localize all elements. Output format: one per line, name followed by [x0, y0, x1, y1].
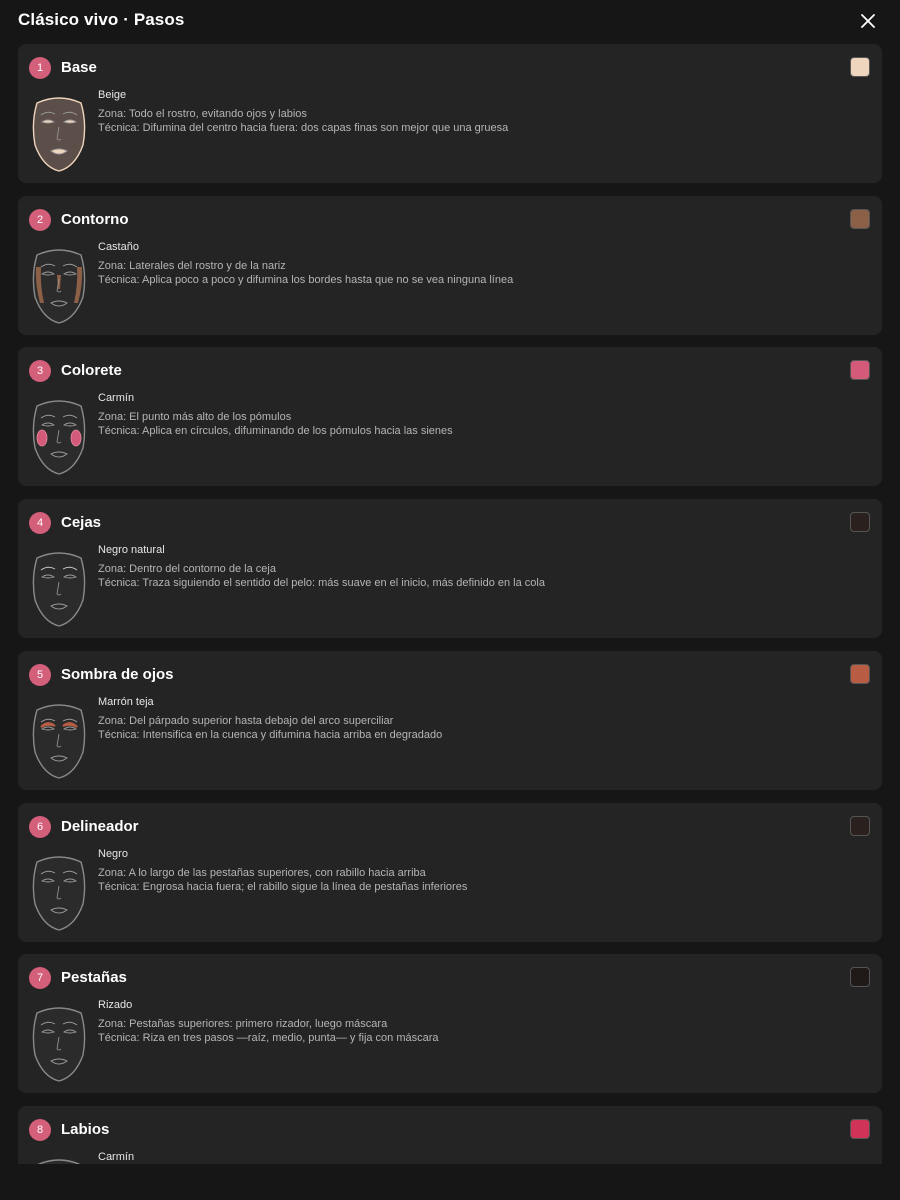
face-illustration	[27, 245, 91, 325]
step-card[interactable]: 3 Colorete Carmín Zona: El punto más alt…	[18, 347, 882, 487]
face-illustration	[27, 700, 91, 780]
technique-text: Técnica: Aplica en círculos, difuminando…	[98, 425, 453, 438]
step-title: Pestañas	[61, 969, 127, 987]
face-illustration	[27, 396, 91, 476]
zone-text: Zona: Laterales del rostro y de la nariz	[98, 259, 286, 272]
zone-text: Zona: Del párpado superior hasta debajo …	[98, 714, 394, 727]
technique-text: Técnica: Difumina del centro hacia fuera…	[98, 122, 509, 134]
header: Clásico vivo · Pasos	[0, 0, 900, 44]
face-illustration	[27, 852, 91, 932]
step-title: Contorno	[61, 210, 129, 228]
face-illustration	[27, 1003, 91, 1083]
zone-text: Zona: Todo el rostro, evitando ojos y la…	[98, 108, 307, 120]
zone-text: Zona: A lo largo de las pestañas superio…	[98, 866, 426, 879]
color-name: Marrón teja	[98, 695, 154, 708]
technique-text: Técnica: Intensifica en la cuenca y difu…	[98, 728, 443, 741]
color-swatch	[850, 1118, 870, 1139]
step-card[interactable]: 1 Base Beige Zona: Todo el rostro, evita…	[18, 44, 882, 183]
step-card[interactable]: 6 Delineador Negro Zona: A lo largo de l…	[18, 802, 882, 942]
step-title: Sombra de ojos	[61, 665, 174, 683]
color-name: Beige	[98, 89, 127, 101]
color-name: Rizado	[98, 999, 133, 1012]
step-number-badge: 7	[29, 967, 51, 990]
step-title: Colorete	[61, 362, 122, 380]
step-card[interactable]: 2 Contorno Castaño Zona: Laterales del r…	[18, 195, 882, 335]
color-swatch	[850, 512, 870, 533]
technique-text: Técnica: Aplica poco a poco y difumina l…	[98, 273, 514, 286]
technique-text: Técnica: Engrosa hacia fuera; el rabillo…	[98, 880, 468, 893]
step-title: Delineador	[61, 817, 139, 835]
step-card[interactable]: 8 Labios Carmín	[18, 1105, 882, 1164]
step-number-badge: 6	[29, 815, 51, 838]
step-title: Labios	[61, 1120, 110, 1138]
color-name: Negro natural	[98, 544, 165, 557]
color-swatch	[850, 360, 870, 381]
color-swatch	[850, 815, 870, 836]
step-number-badge: 1	[29, 57, 51, 79]
step-number-badge: 8	[29, 1118, 51, 1141]
step-card[interactable]: 5 Sombra de ojos Marrón teja Zona: Del p…	[18, 650, 882, 790]
step-number-badge: 4	[29, 512, 51, 535]
technique-text: Técnica: Riza en tres pasos —raíz, medio…	[98, 1032, 439, 1045]
steps-list[interactable]: 1 Base Beige Zona: Todo el rostro, evita…	[18, 44, 882, 1164]
zone-text: Zona: Pestañas superiores: primero rizad…	[98, 1018, 388, 1031]
color-swatch	[850, 57, 870, 77]
step-card[interactable]: 7 Pestañas Rizado Zona: Pestañas superio…	[18, 954, 882, 1094]
color-swatch	[850, 663, 870, 684]
close-icon[interactable]	[858, 11, 878, 31]
face-illustration	[27, 93, 91, 173]
color-swatch	[850, 967, 870, 988]
step-number-badge: 3	[29, 360, 51, 383]
face-illustration	[27, 1155, 91, 1164]
page-title: Clásico vivo · Pasos	[18, 10, 185, 29]
zone-text: Zona: Dentro del contorno de la ceja	[98, 563, 276, 576]
step-number-badge: 2	[29, 208, 51, 231]
color-name: Negro	[98, 847, 128, 860]
color-name: Castaño	[98, 240, 139, 253]
face-illustration	[27, 548, 91, 628]
step-title: Cejas	[61, 514, 102, 532]
step-title: Base	[61, 59, 97, 76]
technique-text: Técnica: Traza siguiendo el sentido del …	[98, 577, 545, 590]
color-name: Carmín	[98, 392, 135, 405]
step-number-badge: 5	[29, 663, 51, 686]
color-name: Carmín	[98, 1150, 135, 1163]
zone-text: Zona: El punto más alto de los pómulos	[98, 411, 292, 424]
step-card[interactable]: 4 Cejas Negro natural Zona: Dentro del c…	[18, 499, 882, 639]
color-swatch	[850, 208, 870, 229]
